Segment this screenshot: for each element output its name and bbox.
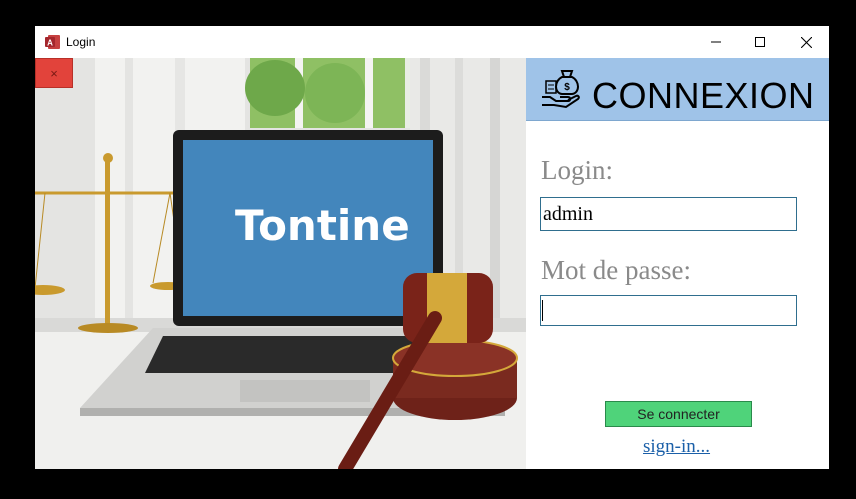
window-close-button[interactable]	[783, 26, 829, 58]
page-title: CONNEXION	[592, 75, 815, 116]
access-app-icon: A	[45, 35, 60, 49]
minimize-button[interactable]	[693, 26, 739, 58]
connexion-header: $ CONNEXION	[526, 58, 829, 121]
signin-link[interactable]: sign-in...	[643, 436, 710, 458]
laptop-screen-text: Tontine	[235, 201, 410, 250]
connect-button[interactable]: Se connecter	[605, 401, 752, 427]
login-window: A Login Tontine × $ CONNEXION Login: adm…	[35, 26, 829, 469]
svg-text:A: A	[47, 39, 53, 48]
login-input[interactable]	[540, 197, 797, 231]
password-input[interactable]	[540, 295, 797, 326]
laptop-gavel-illustration	[35, 58, 526, 469]
maximize-button[interactable]	[737, 26, 783, 58]
text-cursor	[542, 300, 543, 321]
title-bar[interactable]: A Login	[35, 26, 829, 58]
close-icon	[800, 36, 812, 48]
red-close-button[interactable]: ×	[35, 58, 73, 88]
red-close-label: ×	[50, 65, 58, 81]
minimize-icon	[711, 41, 721, 43]
window-title: Login	[66, 35, 96, 49]
maximize-icon	[755, 37, 765, 47]
password-label: Mot de passe:	[541, 255, 691, 285]
svg-text:$: $	[564, 82, 570, 93]
hero-photo: Tontine	[35, 58, 526, 469]
login-label: Login:	[541, 155, 613, 185]
money-bag-hand-icon: $	[542, 70, 580, 109]
